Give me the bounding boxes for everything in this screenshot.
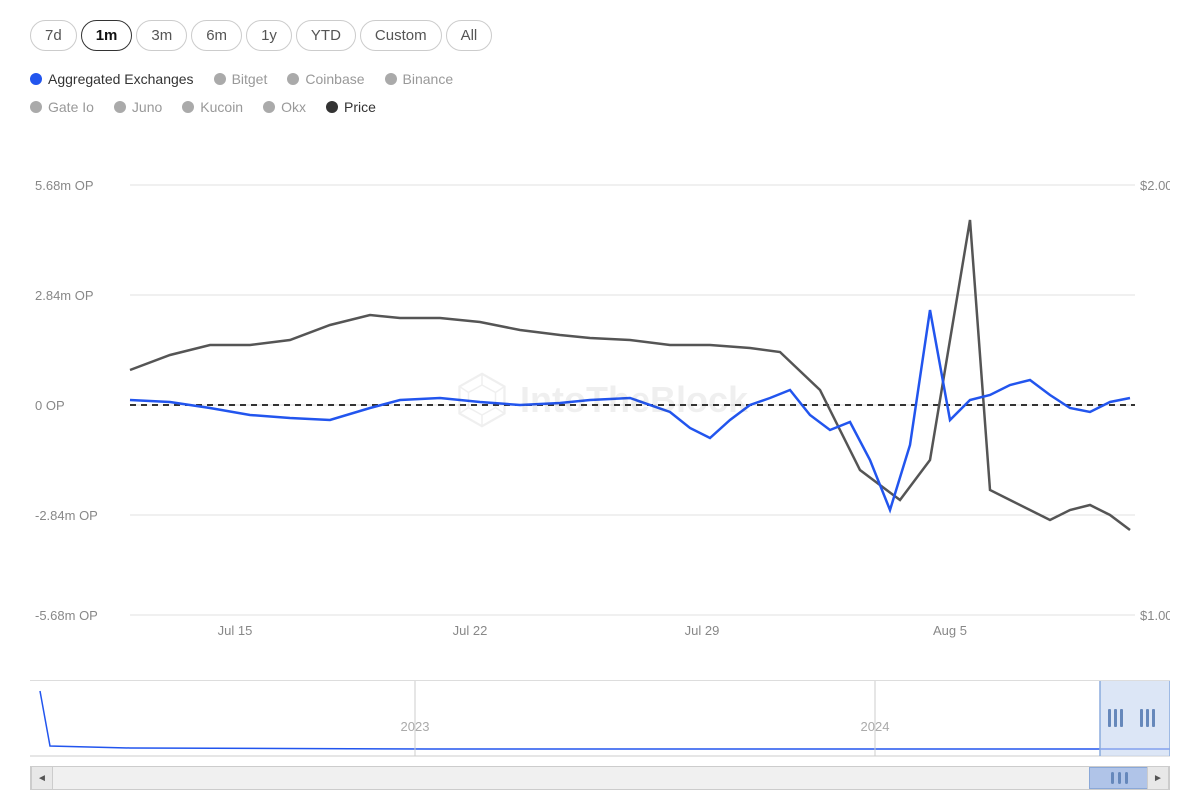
legend-label: Gate Io (48, 99, 94, 115)
scroll-right-arrow[interactable]: ► (1147, 766, 1169, 790)
chart-legend: Aggregated Exchanges Bitget Coinbase Bin… (30, 71, 1170, 115)
x-label-jul29: Jul 29 (685, 623, 720, 638)
legend-item-binance[interactable]: Binance (385, 71, 454, 87)
legend-item-okx[interactable]: Okx (263, 99, 306, 115)
time-range-buttons: 7d1m3m6m1yYTDCustomAll (30, 20, 1170, 51)
legend-label: Juno (132, 99, 162, 115)
time-btn-all[interactable]: All (446, 20, 493, 51)
x-label-jul22: Jul 22 (453, 623, 488, 638)
grip-3 (1125, 772, 1128, 784)
legend-item-aggregated-exchanges[interactable]: Aggregated Exchanges (30, 71, 194, 87)
nav-label-2024: 2024 (861, 719, 890, 734)
legend-dot (287, 73, 299, 85)
y-label-neg5: -5.68m OP (35, 608, 98, 623)
legend-dot (214, 73, 226, 85)
legend-dot (263, 101, 275, 113)
time-btn-custom[interactable]: Custom (360, 20, 442, 51)
legend-dot (182, 101, 194, 113)
y-label-2: 2.84m OP (35, 288, 94, 303)
navigator-svg: 2023 2024 (30, 681, 1170, 761)
time-btn-1y[interactable]: 1y (246, 20, 292, 51)
legend-item-juno[interactable]: Juno (114, 99, 162, 115)
gray-line (130, 220, 1130, 530)
y-right-bottom: $1.00 (1140, 608, 1170, 623)
time-btn-7d[interactable]: 7d (30, 20, 77, 51)
legend-dot (30, 73, 42, 85)
scrollbar-thumb[interactable] (1089, 767, 1149, 789)
nav-label-2023: 2023 (401, 719, 430, 734)
x-label-aug5: Aug 5 (933, 623, 967, 638)
legend-item-kucoin[interactable]: Kucoin (182, 99, 243, 115)
main-chart-area: IntoTheBlock 5.68m OP 2.84m OP 0 OP -2.8… (30, 125, 1170, 675)
scrollbar-track (31, 767, 1169, 789)
grip-1 (1111, 772, 1114, 784)
legend-dot (385, 73, 397, 85)
y-label-top: 5.68m OP (35, 178, 94, 193)
navigator-area: 2023 2024 ◄ ► (30, 680, 1170, 790)
grip-2 (1118, 772, 1121, 784)
x-label-jul15: Jul 15 (218, 623, 253, 638)
y-right-top: $2.00 (1140, 178, 1170, 193)
legend-label: Price (344, 99, 376, 115)
y-label-zero: 0 OP (35, 398, 65, 413)
time-btn-ytd[interactable]: YTD (296, 20, 356, 51)
time-btn-1m[interactable]: 1m (81, 20, 133, 51)
legend-dot (30, 101, 42, 113)
legend-label: Bitget (232, 71, 268, 87)
chart-svg: 5.68m OP 2.84m OP 0 OP -2.84m OP -5.68m … (30, 125, 1170, 675)
time-btn-3m[interactable]: 3m (136, 20, 187, 51)
legend-item-bitget[interactable]: Bitget (214, 71, 268, 87)
legend-label: Kucoin (200, 99, 243, 115)
legend-item-price[interactable]: Price (326, 99, 376, 115)
scrollbar[interactable]: ◄ ► (30, 766, 1170, 790)
legend-item-coinbase[interactable]: Coinbase (287, 71, 364, 87)
legend-item-gate-io[interactable]: Gate Io (30, 99, 94, 115)
y-label-neg2: -2.84m OP (35, 508, 98, 523)
legend-label: Okx (281, 99, 306, 115)
main-container: 7d1m3m6m1yYTDCustomAll Aggregated Exchan… (0, 0, 1200, 800)
legend-label: Aggregated Exchanges (48, 71, 194, 87)
time-btn-6m[interactable]: 6m (191, 20, 242, 51)
legend-dot (326, 101, 338, 113)
legend-label: Binance (403, 71, 454, 87)
legend-dot (114, 101, 126, 113)
legend-label: Coinbase (305, 71, 364, 87)
